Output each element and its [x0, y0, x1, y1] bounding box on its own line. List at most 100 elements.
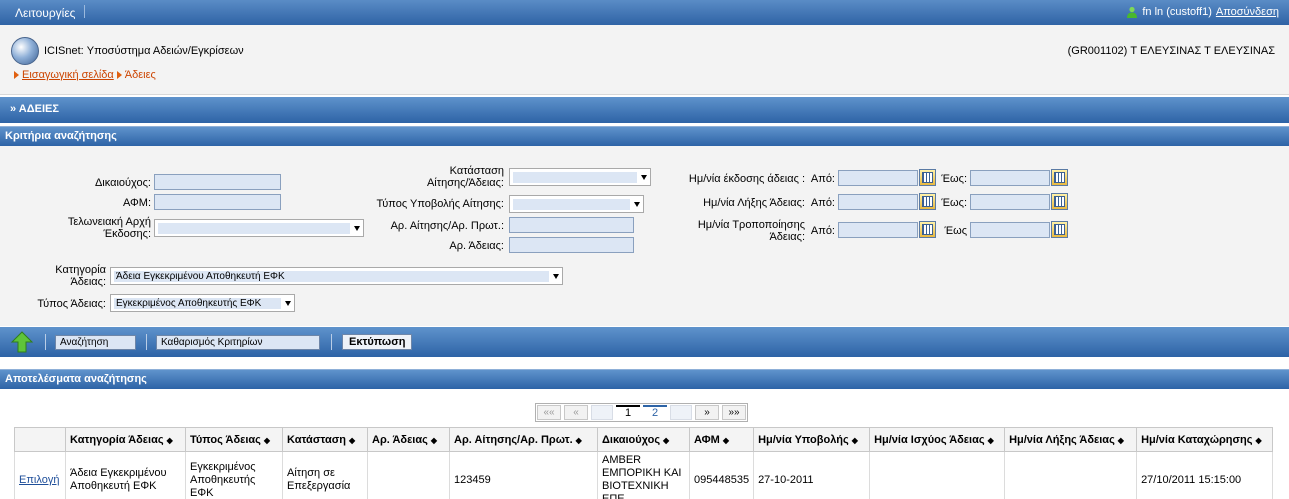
application-no-label: Αρ. Αίτησης/Αρ. Πρωτ.:: [390, 220, 504, 232]
print-button[interactable]: Εκτύπωση: [342, 334, 413, 350]
col-expiry-date[interactable]: Ημ/νία Λήξης Άδειας ◆: [1004, 427, 1138, 452]
status-select[interactable]: [509, 168, 651, 186]
cell-license-no: [367, 451, 450, 499]
category-label: Κατηγορία Άδειας:: [20, 264, 106, 288]
submission-type-select[interactable]: [509, 195, 644, 213]
cell-registration-date: 27/10/2011 15:15:00: [1136, 451, 1274, 499]
pager-spacer: [591, 405, 613, 420]
top-menu-bar: Λειτουργίες fn ln (custoff1) Αποσύνδεση: [0, 0, 1289, 25]
col-license-no[interactable]: Αρ. Άδειας ◆: [367, 427, 450, 452]
sort-icon: ◆: [1117, 435, 1124, 445]
calendar-icon[interactable]: [1051, 193, 1068, 210]
license-type-selected-value: Εγκεκριμένος Αποθηκευτής ΕΦΚ: [114, 297, 281, 309]
logout-link[interactable]: Αποσύνδεση: [1216, 6, 1279, 18]
search-button[interactable]: Αναζήτηση: [55, 335, 136, 350]
globe-logo-icon: [11, 37, 39, 65]
toolbar-divider: [331, 334, 332, 350]
page-1: 1: [616, 405, 640, 420]
cell-application-no: 123459: [449, 451, 598, 499]
chevron-down-icon: [641, 174, 647, 180]
status-label-line2: Αίτησης/Άδειας:: [426, 177, 504, 189]
modify-date-to-label: Έως: [944, 225, 967, 237]
breadcrumb-home-link[interactable]: Εισαγωγική σελίδα: [22, 69, 114, 81]
afm-input[interactable]: [154, 194, 281, 210]
breadcrumb-current: Άδειες: [124, 69, 156, 81]
col-category[interactable]: Κατηγορία Άδειας ◆: [65, 427, 186, 452]
sort-icon: ◆: [851, 435, 858, 445]
last-page-button[interactable]: »»: [722, 405, 746, 420]
breadcrumb: Εισαγωγική σελίδα Άδειες: [14, 69, 156, 81]
application-no-input[interactable]: [509, 217, 634, 233]
expiry-date-label: Ημ/νία Λήξης Άδειας:: [703, 197, 805, 209]
pager-spacer: [670, 405, 692, 420]
customs-office-label: Τελωνειακή Αρχή Έκδοσης:: [20, 216, 151, 240]
modify-date-label: Ημ/νία Τροποποίησης Άδειας:: [660, 219, 805, 243]
results-header: Αποτελέσματα αναζήτησης: [0, 369, 1289, 389]
up-arrow-icon[interactable]: [10, 331, 34, 353]
modify-date-from-label: Από:: [810, 225, 835, 237]
modify-date-label-line1: Ημ/νία Τροποποίησης: [697, 219, 805, 231]
license-type-select[interactable]: Εγκεκριμένος Αποθηκευτής ΕΦΚ: [110, 294, 295, 312]
cell-valid-date: [869, 451, 1006, 499]
app-header: [0, 25, 1289, 95]
col-type[interactable]: Τύπος Άδειας ◆: [185, 427, 283, 452]
cell-type: Εγκεκριμένος Αποθηκευτής ΕΦΚ: [185, 451, 283, 499]
col-submission-date[interactable]: Ημ/νία Υποβολής ◆: [753, 427, 871, 452]
col-beneficiary[interactable]: Δικαιούχος ◆: [597, 427, 690, 452]
cell-status: Αίτηση σε Επεξεργασία: [282, 451, 368, 499]
issue-date-from-input[interactable]: [838, 170, 918, 186]
modify-date-to-input[interactable]: [970, 222, 1050, 238]
license-no-label: Αρ. Άδειας:: [449, 240, 504, 252]
col-registration-date[interactable]: Ημ/νία Καταχώρησης ◆: [1136, 427, 1274, 452]
sort-icon: ◆: [166, 435, 173, 445]
expiry-date-to-input[interactable]: [970, 194, 1050, 210]
operations-menu[interactable]: Λειτουργίες: [15, 6, 75, 20]
beneficiary-input[interactable]: [154, 174, 281, 190]
chevron-down-icon: [553, 273, 559, 279]
first-page-button[interactable]: ««: [537, 405, 561, 420]
calendar-icon[interactable]: [1051, 169, 1068, 186]
customs-office-label: (GR001102) Τ ΕΛΕΥΣΙΝΑΣ Τ ΕΛΕΥΣΙΝΑΣ: [1067, 45, 1275, 57]
table-header-row: Κατηγορία Άδειας ◆ Τύπος Άδειας ◆ Κατάστασ…: [14, 427, 1274, 452]
user-icon: [1127, 6, 1138, 18]
customs-office-label-line2: Έκδοσης:: [103, 228, 152, 240]
menu-divider: [84, 5, 85, 18]
user-area: fn ln (custoff1) Αποσύνδεση: [1126, 6, 1279, 18]
page-2[interactable]: 2: [643, 405, 667, 420]
sort-icon: ◆: [348, 435, 356, 445]
criteria-header: Κριτήρια αναζήτησης: [0, 126, 1289, 146]
sort-icon: ◆: [1255, 435, 1262, 445]
pagination: «« « 1 2 » »»: [535, 403, 748, 422]
table-row: Επιλογή Άδεια Εγκεκριμένου Αποθηκευτή ΕΦ…: [14, 451, 1274, 499]
calendar-icon[interactable]: [1051, 221, 1068, 238]
submission-type-label: Τύπος Υποβολής Αίτησης:: [376, 198, 505, 210]
issue-date-to-input[interactable]: [970, 170, 1050, 186]
select-row-link[interactable]: Επιλογή: [19, 474, 59, 486]
customs-office-select[interactable]: [154, 219, 364, 237]
col-valid-date[interactable]: Ημ/νία Ισχύος Άδειας ◆: [869, 427, 1006, 452]
sort-icon: ◆: [722, 435, 729, 445]
expiry-date-from-input[interactable]: [838, 194, 918, 210]
modify-date-from-input[interactable]: [838, 222, 918, 238]
license-type-label: Τύπος Άδειας:: [37, 298, 106, 310]
beneficiary-label: Δικαιούχος:: [94, 177, 151, 189]
status-label-line1: Κατάσταση: [449, 165, 504, 177]
license-no-input[interactable]: [509, 237, 634, 253]
cell-expiry-date: [1004, 451, 1138, 499]
col-status[interactable]: Κατάσταση ◆: [282, 427, 368, 452]
cell-beneficiary: AMBER ΕΜΠΟΡΙΚΗ ΚΑΙ ΒΙΟΤΕΧΝΙΚΗ ΕΠΕ: [597, 451, 690, 499]
next-page-button[interactable]: »: [695, 405, 719, 420]
col-afm[interactable]: ΑΦΜ ◆: [688, 427, 755, 452]
sort-icon: ◆: [663, 435, 670, 445]
sort-icon: ◆: [263, 435, 271, 445]
sort-icon: ◆: [575, 435, 582, 445]
breadcrumb-arrow-icon: [14, 71, 19, 79]
user-name: fn ln (custoff1): [1142, 6, 1212, 18]
col-select: [14, 427, 66, 452]
prev-page-button[interactable]: «: [564, 405, 588, 420]
category-select[interactable]: Άδεια Εγκεκριμένου Αποθηκευτή ΕΦΚ: [110, 267, 563, 285]
col-application-no[interactable]: Αρ. Αίτησης/Αρ. Πρωτ. ◆: [449, 427, 598, 452]
clear-criteria-button[interactable]: Καθαρισμός Κριτηρίων: [156, 335, 320, 350]
sort-icon: ◆: [987, 435, 994, 445]
breadcrumb-arrow-icon: [116, 71, 122, 79]
